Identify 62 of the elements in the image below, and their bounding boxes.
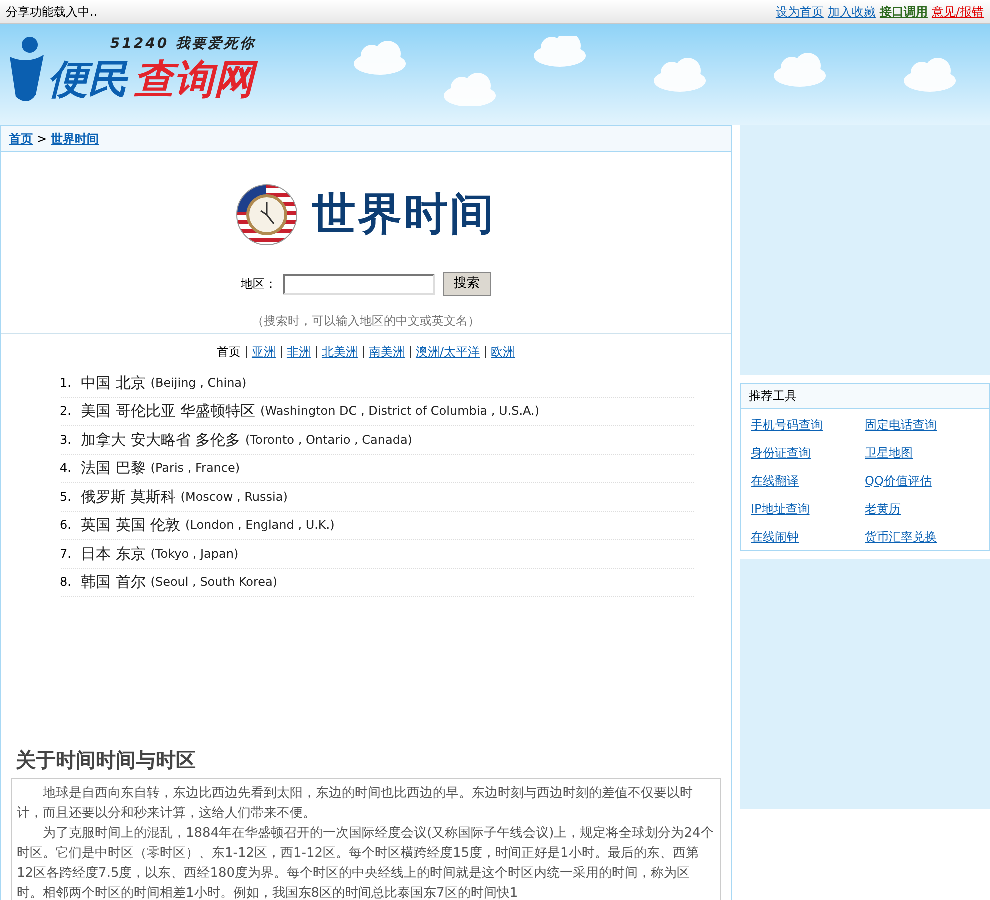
- city-english-name: (Paris , France): [150, 460, 240, 478]
- region-tab[interactable]: 欧洲: [491, 343, 516, 361]
- search-hint: （搜索时，可以输入地区的中文或英文名）: [251, 313, 481, 330]
- tool-link[interactable]: 身份证查询: [751, 444, 811, 462]
- region-tab[interactable]: 澳洲/太平洋: [416, 343, 480, 361]
- logo-text: 查询网: [134, 55, 262, 105]
- list-number: 6.: [60, 517, 72, 534]
- city-link[interactable]: 加拿大 安大略省 多伦多: [81, 428, 241, 451]
- city-english-name: (Tokyo , Japan): [150, 546, 239, 563]
- city-link[interactable]: 美国 哥伦比亚 华盛顿特区: [81, 400, 256, 422]
- city-english-name: (Washington DC , District of Columbia , U.S.A.): [260, 403, 540, 420]
- tool-link[interactable]: QQ价值评估: [865, 472, 932, 490]
- tool-link[interactable]: 手机号码查询: [751, 416, 823, 434]
- list-number: 8.: [60, 574, 72, 592]
- breadcrumb-link[interactable]: 首页: [9, 130, 33, 148]
- section-heading: 关于时间时间与时区: [16, 747, 197, 774]
- list-number: 3.: [60, 432, 72, 449]
- list-number: 5.: [60, 488, 72, 506]
- region-label: 地区：: [241, 276, 277, 293]
- logo-text: 便民: [48, 56, 130, 105]
- tool-link[interactable]: 固定电话查询: [865, 416, 937, 434]
- tool-link[interactable]: 在线闹钟: [751, 528, 799, 546]
- tool-link[interactable]: 货币汇率兑换: [865, 528, 937, 546]
- top-link[interactable]: 接口调用: [880, 2, 928, 20]
- city-link[interactable]: 日本 东京: [81, 542, 146, 565]
- region-tab[interactable]: 南美洲: [368, 343, 405, 361]
- city-english-name: (Beijing , China): [150, 374, 247, 392]
- city-link[interactable]: 法国 巴黎: [81, 457, 146, 480]
- tool-link[interactable]: 老黄历: [865, 500, 901, 518]
- logo-slogan: 51240 我要爱死你: [110, 35, 256, 54]
- search-button[interactable]: 搜索: [443, 272, 491, 296]
- list-number: 2.: [60, 403, 72, 420]
- region-input-field[interactable]: [283, 274, 435, 294]
- top-link[interactable]: 加入收藏: [828, 2, 876, 20]
- region-tab[interactable]: 亚洲: [252, 343, 276, 361]
- list-number: 1.: [60, 374, 72, 392]
- clock-flag-icon: [236, 184, 298, 246]
- list-number: 7.: [60, 546, 72, 563]
- city-english-name: (Toronto , Ontario , Canada): [246, 432, 412, 449]
- tool-link[interactable]: 卫星地图: [865, 444, 913, 462]
- city-english-name: (London , England , U.K.): [186, 517, 335, 534]
- about-paragraph: 为了克服时间上的混乱，1884年在华盛顿召开的一次国际经度会议(又称国际子午线会议)上，规定将全球划分为24个时区。它们是中时区（零时区）、东1-12区，西1-12区。每个时区横跨经度15度，时间正好是1小时。最后的东、西第12区各跨经度7.5度，以东、西经180度为界。每个时区的中央经线上的时间就是这个时区内统一采用的时间，称为区时。相邻两个时区的时间相差1小时。例如，我国东8区的时间总比泰国东7区的时间快1: [17, 825, 715, 900]
- tool-link[interactable]: IP地址查询: [751, 500, 810, 518]
- city-english-name: (Seoul , South Korea): [150, 574, 278, 592]
- loading-status: 分享功能载入中..: [6, 4, 98, 20]
- about-paragraph: 地球是自西向东自转，东边比西边先看到太阳，东边的时间也比西边的早。东边时刻与西边时刻的差值不仅要以时计，而且还要以分和秒来计算，这给人们带来不便。: [17, 785, 694, 823]
- region-tab[interactable]: 首页: [216, 343, 241, 361]
- region-tab[interactable]: 非洲: [286, 343, 311, 361]
- top-link[interactable]: 设为首页: [776, 2, 824, 20]
- page-title: 世界时间: [312, 188, 496, 242]
- region-tab[interactable]: 北美洲: [322, 343, 358, 361]
- tools-title: 推荐工具: [741, 384, 989, 409]
- city-link[interactable]: 中国 北京: [81, 372, 146, 394]
- breadcrumb-link[interactable]: 世界时间: [51, 130, 100, 148]
- city-link[interactable]: 俄罗斯 莫斯科: [81, 486, 176, 508]
- city-english-name: (Moscow , Russia): [180, 488, 288, 506]
- breadcrumb-separator: >: [37, 130, 48, 148]
- city-link[interactable]: 韩国 首尔: [81, 571, 146, 594]
- list-number: 4.: [60, 460, 72, 478]
- tool-link[interactable]: 在线翻译: [751, 472, 799, 490]
- top-link[interactable]: 意见/报错: [932, 2, 984, 20]
- city-link[interactable]: 英国 英国 伦敦: [81, 514, 181, 536]
